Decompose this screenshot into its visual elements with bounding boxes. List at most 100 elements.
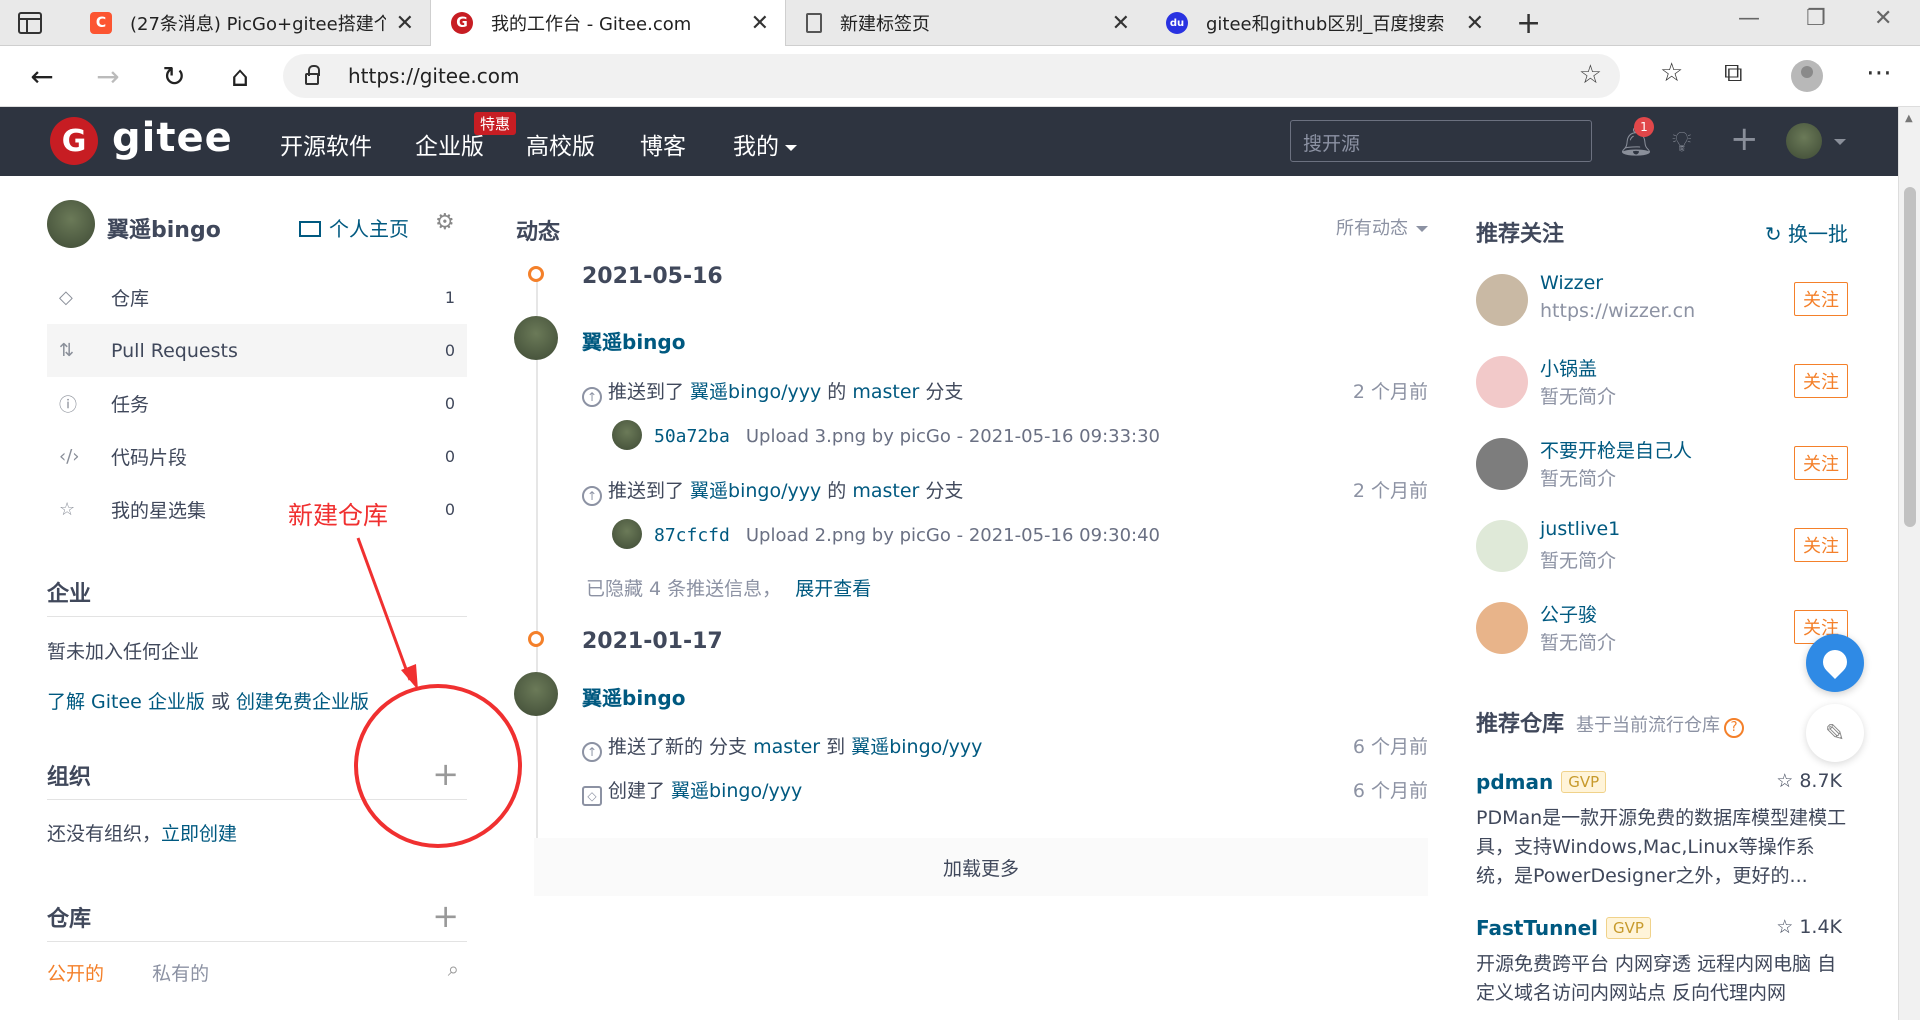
restore-icon[interactable]: ❐ xyxy=(1806,6,1826,31)
new-tab-icon[interactable]: + xyxy=(1516,6,1541,41)
header-avatar[interactable] xyxy=(1786,123,1822,159)
home-icon[interactable]: ⌂ xyxy=(220,56,260,96)
browser-tab-baidu[interactable]: du gitee和github区别_百度搜索 ✕ xyxy=(1146,0,1500,46)
star-count[interactable]: ☆ 1.4K xyxy=(1776,916,1842,938)
sidebar-menu: ◇ 仓库 1 ⇅ Pull Requests 0 ⓘ 任务 0 ‹/› 代码片段 0 ☆ 我的星选… xyxy=(47,271,467,536)
commit-sha-link[interactable]: 50a72ba xyxy=(654,426,730,447)
lightbulb-icon[interactable]: 💡︎ xyxy=(1672,125,1692,159)
feed-date: 2021-01-17 xyxy=(582,629,723,654)
follow-button[interactable]: 关注 xyxy=(1794,528,1848,562)
user-avatar[interactable] xyxy=(1476,274,1528,326)
repo-link[interactable]: 翼遥bingo/yyy xyxy=(690,381,821,403)
search-icon[interactable]: ⌕ xyxy=(448,957,459,981)
feedback-float-button[interactable] xyxy=(1806,634,1864,692)
tab-private-repos[interactable]: 私有的 xyxy=(152,963,209,985)
nav-mine[interactable]: 我的 xyxy=(733,127,797,161)
browser-tab-new[interactable]: 新建标签页 ✕ xyxy=(786,0,1146,46)
follow-button[interactable]: 关注 xyxy=(1794,446,1848,480)
branch-link[interactable]: master xyxy=(852,381,919,403)
gear-icon[interactable]: ⚙ xyxy=(435,210,455,235)
commit-avatar xyxy=(612,519,642,549)
repo-link[interactable]: 翼遥bingo/yyy xyxy=(671,780,802,802)
more-menu-icon[interactable]: ⋯ xyxy=(1866,58,1892,88)
recommend-repo: pdman GVP ☆ 8.7K PDMan是一款开源免费的数据库模型建模工具，支… xyxy=(1476,770,1847,887)
browser-tab-csdn[interactable]: C (27条消息) PicGo+gitee搭建个人 ✕ xyxy=(70,0,430,46)
scrollbar-thumb[interactable] xyxy=(1904,187,1916,527)
tab-public-repos[interactable]: 公开的 xyxy=(47,963,104,985)
close-tab-icon[interactable]: ✕ xyxy=(1112,11,1130,36)
sidebar-item-issues[interactable]: ⓘ 任务 0 xyxy=(47,377,467,430)
learn-enterprise-link[interactable]: 了解 Gitee 企业版 xyxy=(47,691,205,713)
sidebar-item-pull-requests[interactable]: ⇅ Pull Requests 0 xyxy=(47,324,467,377)
recommend-repo: FastTunnel GVP ☆ 1.4K 开源免费跨平台 内网穿透 远程内网电脑… xyxy=(1476,916,1842,1004)
scroll-up-icon[interactable]: ▲ xyxy=(1905,113,1913,124)
page-scrollbar[interactable]: ▲ xyxy=(1898,107,1920,1020)
edit-float-button[interactable]: ✎ xyxy=(1806,704,1864,762)
repo-link[interactable]: 翼遥bingo/yyy xyxy=(690,480,821,502)
star-count[interactable]: ☆ 8.7K xyxy=(1776,770,1842,792)
add-repo-icon[interactable]: + xyxy=(432,897,459,935)
expand-link[interactable]: 展开查看 xyxy=(795,578,871,600)
user-name-link[interactable]: 公子骏 xyxy=(1540,600,1597,627)
search-input[interactable]: 搜开源 xyxy=(1290,120,1592,162)
profile-avatar[interactable] xyxy=(1791,60,1823,92)
minimize-icon[interactable]: — xyxy=(1738,6,1760,31)
load-more-button[interactable]: 加载更多 xyxy=(534,838,1428,896)
feed-user[interactable]: 翼遥bingo xyxy=(582,682,685,711)
forward-icon[interactable]: → xyxy=(88,56,128,96)
favorites-icon[interactable]: ☆ xyxy=(1660,58,1683,88)
org-empty-text: 还没有组织，立即创建 xyxy=(47,823,238,845)
gitee-logo-text[interactable]: gitee xyxy=(112,115,233,161)
user-avatar[interactable] xyxy=(1476,520,1528,572)
user-name-link[interactable]: justlive1 xyxy=(1540,518,1620,540)
user-avatar[interactable] xyxy=(47,200,95,248)
nav-blog[interactable]: 博客 xyxy=(640,127,686,161)
commit-row: 50a72ba Upload 3.png by picGo - 2021-05-1… xyxy=(612,420,1160,450)
branch-link[interactable]: master xyxy=(753,736,820,758)
nav-university[interactable]: 高校版 xyxy=(526,127,595,161)
user-avatar[interactable] xyxy=(1476,438,1528,490)
browser-tab-gitee[interactable]: G 我的工作台 - Gitee.com ✕ xyxy=(430,0,786,46)
user-avatar[interactable] xyxy=(1476,602,1528,654)
repo-name-link[interactable]: FastTunnel xyxy=(1476,916,1598,940)
annotation-arrow-icon xyxy=(356,537,418,690)
sidebar-item-stars[interactable]: ☆ 我的星选集 0 xyxy=(47,483,467,536)
refresh-button[interactable]: ↻ 换一批 xyxy=(1765,218,1848,247)
commit-sha-link[interactable]: 87cfcfd xyxy=(654,525,730,546)
reload-icon[interactable]: ↻ xyxy=(154,56,194,96)
repo-link[interactable]: 翼遥bingo/yyy xyxy=(851,736,982,758)
homepage-link[interactable]: 个人主页 xyxy=(299,213,409,242)
create-plus-icon[interactable]: + xyxy=(1730,119,1759,159)
user-avatar[interactable] xyxy=(1476,356,1528,408)
collections-icon[interactable]: ⧉ xyxy=(1724,58,1743,89)
sidebar-item-repos[interactable]: ◇ 仓库 1 xyxy=(47,271,467,324)
close-window-icon[interactable]: ✕ xyxy=(1874,6,1892,31)
recommend-users-title: 推荐关注 xyxy=(1476,222,1565,247)
user-name[interactable]: 翼遥bingo xyxy=(107,212,221,244)
user-name-link[interactable]: 小锅盖 xyxy=(1540,354,1597,381)
follow-button[interactable]: 关注 xyxy=(1794,364,1848,398)
gitee-logo-icon[interactable]: G xyxy=(50,117,98,165)
url-field[interactable]: https://gitee.com ☆ xyxy=(283,54,1620,98)
feed-user[interactable]: 翼遥bingo xyxy=(582,326,685,355)
nav-open-source[interactable]: 开源软件 xyxy=(280,127,372,161)
close-tab-icon[interactable]: ✕ xyxy=(751,11,769,36)
close-tab-icon[interactable]: ✕ xyxy=(1466,11,1484,36)
follow-button[interactable]: 关注 xyxy=(1794,282,1848,316)
chevron-down-icon[interactable] xyxy=(1834,139,1846,145)
help-icon[interactable]: ? xyxy=(1724,718,1745,738)
add-favorite-icon[interactable]: ☆ xyxy=(1579,60,1602,90)
sidebar-item-snippets[interactable]: ‹/› 代码片段 0 xyxy=(47,430,467,483)
tab-actions-icon[interactable] xyxy=(18,12,42,34)
branch-link[interactable]: master xyxy=(852,480,919,502)
repo-name-link[interactable]: pdman xyxy=(1476,770,1553,794)
feed-avatar[interactable] xyxy=(514,316,558,360)
user-name-link[interactable]: 不要开枪是自己人 xyxy=(1540,436,1692,463)
enterprise-promo-badge: 特惠 xyxy=(474,112,517,135)
feed-filter-dropdown[interactable]: 所有动态 xyxy=(1336,214,1428,240)
close-tab-icon[interactable]: ✕ xyxy=(396,11,414,36)
feed-avatar[interactable] xyxy=(514,672,558,716)
back-icon[interactable]: ← xyxy=(22,56,62,96)
create-org-link[interactable]: 立即创建 xyxy=(161,823,237,845)
user-name-link[interactable]: Wizzer xyxy=(1540,272,1603,294)
